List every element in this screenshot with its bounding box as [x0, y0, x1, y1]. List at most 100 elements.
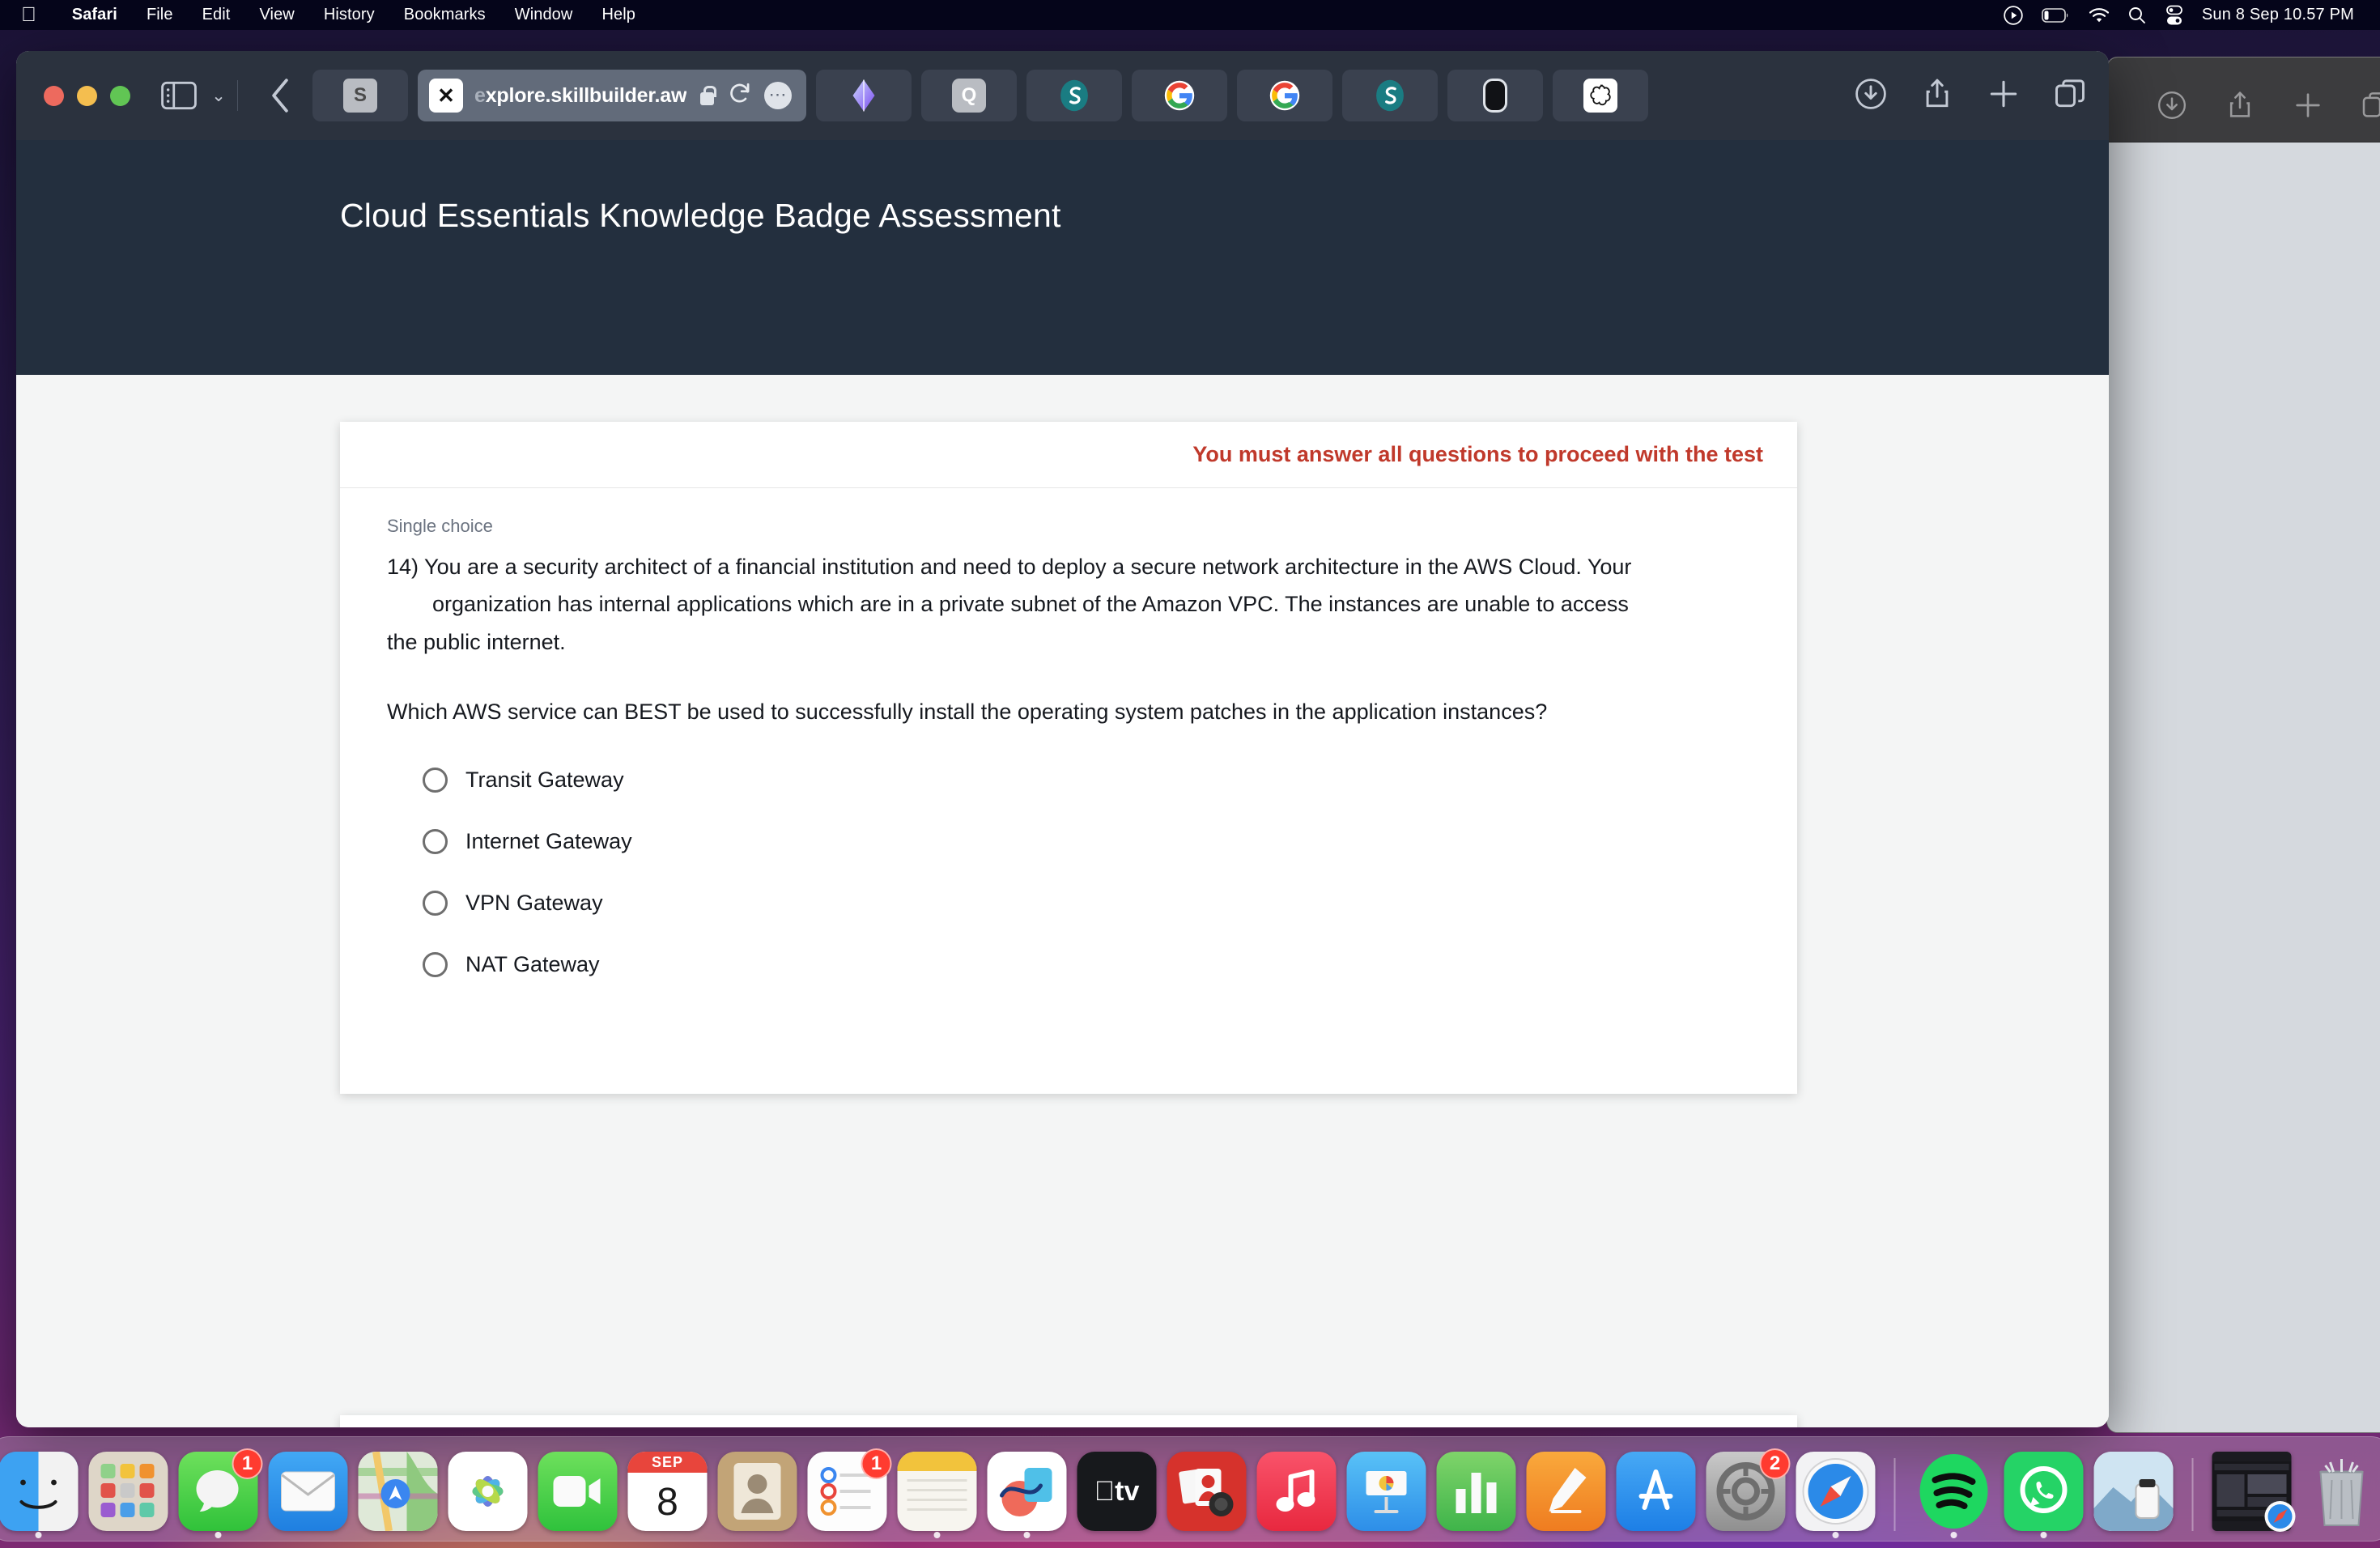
tab-skillbuilder-1[interactable] [1026, 70, 1122, 121]
spotlight-search-icon[interactable] [2127, 6, 2147, 25]
option-internet-gateway[interactable]: Internet Gateway [387, 811, 1752, 873]
dock-item-reminders[interactable]: 1 [807, 1448, 892, 1531]
apple-tv-icon: tv [1077, 1452, 1157, 1531]
tab-overview-icon[interactable] [2360, 89, 2380, 125]
photo-booth-icon [1167, 1452, 1247, 1531]
background-window-content [2107, 142, 2380, 1432]
dock-item-facetime[interactable] [538, 1452, 618, 1531]
radio-button[interactable] [423, 891, 448, 916]
tab-openai[interactable] [1553, 70, 1648, 121]
now-playing-icon[interactable] [2003, 5, 2024, 26]
new-tab-icon[interactable] [2292, 89, 2324, 125]
dock-item-whatsapp[interactable] [2004, 1452, 2084, 1538]
tab-gem[interactable] [816, 70, 912, 121]
downloads-icon[interactable] [2156, 89, 2188, 125]
dock-item-finder[interactable] [0, 1452, 79, 1538]
tab-s-letter[interactable]: S [312, 70, 408, 121]
dock-item-contacts[interactable] [717, 1452, 797, 1531]
downloads-icon[interactable] [1853, 76, 1889, 116]
running-indicator [1832, 1532, 1839, 1538]
running-indicator [35, 1532, 42, 1538]
tab-overview-icon[interactable] [2052, 76, 2088, 116]
question-subtext: Which AWS service can BEST be used to su… [387, 700, 1548, 725]
badge-count: 2 [1759, 1448, 1791, 1479]
dock-item-numbers[interactable] [1436, 1452, 1516, 1531]
zoom-button[interactable] [110, 85, 130, 106]
menu-item-file[interactable]: File [132, 6, 188, 24]
battery-icon[interactable] [2042, 7, 2071, 23]
facetime-icon [538, 1452, 618, 1531]
dock-item-mail[interactable] [268, 1452, 348, 1531]
radio-button[interactable] [423, 768, 448, 793]
dock-item-photo-booth[interactable] [1167, 1452, 1247, 1531]
tab-black-app[interactable] [1447, 70, 1543, 121]
dock-item-apple-tv[interactable]: tv [1077, 1452, 1157, 1531]
safari-window[interactable]: ⌄ S ✕ explore.skillbuilder.aws ⋯ Q Cloud… [16, 51, 2109, 1427]
menu-item-view[interactable]: View [244, 6, 308, 24]
dock-item-keynote[interactable] [1346, 1452, 1426, 1531]
dock-item-minimized-window[interactable] [2212, 1452, 2296, 1532]
background-browser-window[interactable] [2106, 57, 2380, 1433]
address-bar-actions: ⋯ [698, 82, 792, 110]
dock-item-preview[interactable] [2093, 1452, 2174, 1531]
close-button[interactable] [44, 85, 64, 106]
menu-bar-clock[interactable]: Sun 8 Sep 10.57 PM [2202, 6, 2354, 24]
dock-item-photos[interactable] [448, 1452, 528, 1531]
dock-item-pages[interactable] [1526, 1452, 1606, 1531]
black-rounded-favicon [1478, 79, 1512, 113]
menu-item-bookmarks[interactable]: Bookmarks [389, 6, 500, 24]
dock-item-spotify[interactable] [1915, 1452, 1994, 1538]
option-nat-gateway[interactable]: NAT Gateway [387, 934, 1752, 996]
menu-item-history[interactable]: History [309, 6, 389, 24]
question-type-label: Single choice [387, 516, 493, 536]
dock-item-system-settings[interactable]: 2 [1706, 1448, 1791, 1531]
radio-button[interactable] [423, 829, 448, 854]
menu-item-edit[interactable]: Edit [188, 6, 245, 24]
menu-item-safari[interactable]: Safari [57, 6, 132, 24]
sidebar-toggle-icon[interactable] [156, 73, 202, 118]
option-vpn-gateway[interactable]: VPN Gateway [387, 873, 1752, 934]
option-transit-gateway[interactable]: Transit Gateway [387, 750, 1752, 811]
radio-button[interactable] [423, 952, 448, 977]
option-label: VPN Gateway [465, 891, 603, 915]
dock-item-trash[interactable] [2302, 1452, 2380, 1531]
reload-icon[interactable] [729, 82, 751, 110]
keynote-icon [1346, 1452, 1426, 1531]
dock-item-freeform[interactable] [987, 1452, 1067, 1538]
running-indicator [933, 1532, 941, 1538]
dock-item-maps[interactable] [358, 1452, 438, 1531]
trash-icon [2302, 1452, 2380, 1531]
minimize-button[interactable] [77, 85, 97, 106]
address-bar-url[interactable]: explore.skillbuilder.aws [474, 84, 686, 108]
dock-item-app-store[interactable] [1616, 1452, 1696, 1531]
share-icon[interactable] [1919, 76, 1955, 116]
dock-item-safari[interactable] [1796, 1452, 1876, 1538]
dock-separator [1893, 1458, 1896, 1531]
tab-google-2[interactable] [1237, 70, 1332, 121]
wifi-icon[interactable] [2089, 7, 2110, 23]
new-tab-icon[interactable] [1986, 76, 2021, 116]
apple-tv-wordmark: tv [1094, 1475, 1140, 1507]
more-icon[interactable]: ⋯ [764, 82, 792, 109]
back-arrow-icon[interactable] [256, 73, 304, 118]
menu-bar:  Safari File Edit View History Bookmark… [0, 0, 2380, 30]
dock-item-calendar[interactable]: SEP 8 [627, 1452, 708, 1531]
share-icon[interactable] [2224, 89, 2256, 125]
dock-item-messages[interactable]: 1 [178, 1448, 263, 1538]
menu-item-window[interactable]: Window [500, 6, 588, 24]
s-letter-favicon: S [343, 79, 377, 113]
apple-menu-icon[interactable]:  [21, 5, 36, 25]
chevron-down-icon[interactable]: ⌄ [205, 73, 232, 118]
pages-icon [1526, 1452, 1606, 1531]
menu-item-help[interactable]: Help [587, 6, 650, 24]
tab-q-letter[interactable]: Q [921, 70, 1017, 121]
notes-icon [897, 1452, 977, 1531]
dock-item-launchpad[interactable] [88, 1452, 168, 1531]
dock-item-notes[interactable] [897, 1452, 977, 1538]
tab-active-skillbuilder[interactable]: ✕ explore.skillbuilder.aws ⋯ [418, 70, 806, 121]
dock-item-music[interactable] [1256, 1452, 1337, 1531]
tab-google-1[interactable] [1132, 70, 1227, 121]
freeform-icon [987, 1452, 1067, 1531]
control-center-icon[interactable] [2165, 5, 2184, 26]
tab-skillbuilder-2[interactable] [1342, 70, 1438, 121]
